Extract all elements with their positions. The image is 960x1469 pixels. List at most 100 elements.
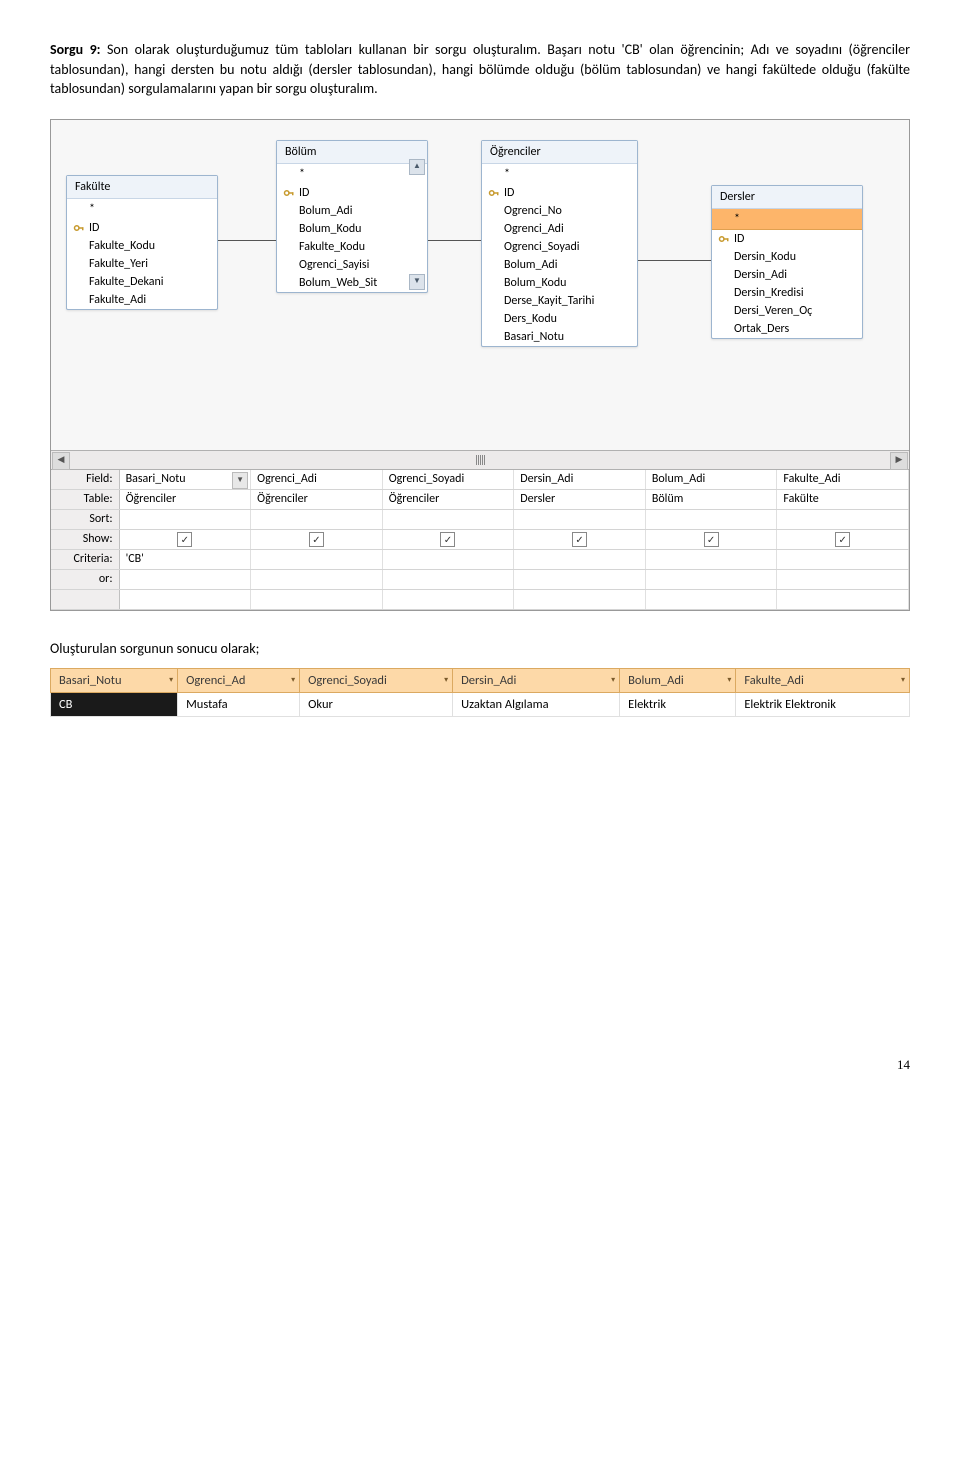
grid-cell-blank[interactable] [383,590,515,609]
grid-cell-blank[interactable] [777,590,909,609]
field-row[interactable]: Ogrenci_Sayisi [277,256,427,274]
grid-cell-criteria[interactable] [514,550,646,569]
scroll-up-icon[interactable]: ▲ [409,159,425,175]
field-row[interactable]: Bolum_Kodu [482,274,637,292]
grid-cell-show[interactable]: ✓ [777,530,909,549]
grid-cell-show[interactable]: ✓ [120,530,252,549]
grid-cell-field[interactable]: Ogrenci_Adi [251,470,383,489]
result-header[interactable]: Basari_Notu▾ [51,669,178,693]
grid-cell-field[interactable]: Basari_Notu▼ [120,470,252,489]
grid-cell-blank[interactable] [251,590,383,609]
grid-cell-criteria[interactable] [777,550,909,569]
field-row[interactable]: ID [277,184,427,202]
grid-cell-or[interactable] [777,570,909,589]
grid-cell-table[interactable]: Öğrenciler [251,490,383,509]
result-header[interactable]: Ogrenci_Ad▾ [178,669,300,693]
grid-cell-or[interactable] [120,570,252,589]
sort-arrow-icon[interactable]: ▾ [901,675,905,685]
field-row[interactable]: Dersin_Kredisi [712,284,862,302]
table-fakulte[interactable]: Fakülte * IDFakulte_KoduFakulte_YeriFaku… [66,175,218,310]
grid-cell-sort[interactable] [646,510,778,529]
field-row[interactable]: Ortak_Ders [712,320,862,338]
grid-cell-sort[interactable] [777,510,909,529]
result-cell[interactable]: CB [51,693,178,717]
grid-cell-or[interactable] [646,570,778,589]
grid-cell-sort[interactable] [120,510,252,529]
checkbox-icon[interactable]: ✓ [835,532,850,547]
grid-cell-blank[interactable] [120,590,252,609]
result-cell[interactable]: Elektrik Elektronik [736,693,910,717]
sort-arrow-icon[interactable]: ▾ [727,675,731,685]
tables-hscroll[interactable]: ◀ ▶ [51,451,909,470]
field-row[interactable]: Basari_Notu [482,328,637,346]
grid-cell-field[interactable]: Dersin_Adi [514,470,646,489]
result-header[interactable]: Dersin_Adi▾ [453,669,620,693]
grid-cell-show[interactable]: ✓ [383,530,515,549]
checkbox-icon[interactable]: ✓ [572,532,587,547]
star-row[interactable]: * [67,199,217,219]
grid-cell-table[interactable]: Öğrenciler [120,490,252,509]
star-row[interactable]: * [482,164,637,184]
grid-cell-show[interactable]: ✓ [646,530,778,549]
qbe-grid[interactable]: Field: Basari_Notu▼Ogrenci_AdiOgrenci_So… [51,470,909,610]
grid-cell-or[interactable] [251,570,383,589]
field-row[interactable]: Ogrenci_No [482,202,637,220]
scroll-left-icon[interactable]: ◀ [52,452,70,470]
result-cell[interactable]: Okur [300,693,453,717]
scroll-right-icon[interactable]: ▶ [890,452,908,470]
table-dersler[interactable]: Dersler * IDDersin_KoduDersin_AdiDersin_… [711,185,863,339]
scroll-down-icon[interactable]: ▼ [409,274,425,290]
grid-cell-blank[interactable] [646,590,778,609]
grid-cell-table[interactable]: Dersler [514,490,646,509]
result-header[interactable]: Ogrenci_Soyadi▾ [300,669,453,693]
field-row[interactable]: Fakulte_Yeri [67,255,217,273]
field-row[interactable]: Ogrenci_Soyadi [482,238,637,256]
grid-cell-table[interactable]: Bölüm [646,490,778,509]
checkbox-icon[interactable]: ✓ [177,532,192,547]
pane-splitter-icon[interactable] [465,455,495,465]
field-row[interactable]: Ogrenci_Adi [482,220,637,238]
grid-cell-show[interactable]: ✓ [251,530,383,549]
table-row[interactable]: CBMustafaOkurUzaktan AlgılamaElektrikEle… [51,693,910,717]
grid-cell-or[interactable] [514,570,646,589]
dropdown-icon[interactable]: ▼ [232,472,248,489]
grid-cell-show[interactable]: ✓ [514,530,646,549]
table-ogrenciler[interactable]: Öğrenciler * IDOgrenci_NoOgrenci_AdiOgre… [481,140,638,347]
field-row[interactable]: Fakulte_Dekani [67,273,217,291]
grid-cell-table[interactable]: Öğrenciler [383,490,515,509]
grid-cell-field[interactable]: Fakulte_Adi [777,470,909,489]
sort-arrow-icon[interactable]: ▾ [169,675,173,685]
tables-pane[interactable]: Fakülte * IDFakulte_KoduFakulte_YeriFaku… [51,120,909,451]
field-row[interactable]: Dersin_Kodu [712,248,862,266]
field-row[interactable]: Bolum_Adi [277,202,427,220]
grid-cell-criteria[interactable] [383,550,515,569]
grid-cell-criteria[interactable] [646,550,778,569]
result-cell[interactable]: Elektrik [620,693,736,717]
field-row[interactable]: ID [67,219,217,237]
grid-cell-or[interactable] [383,570,515,589]
sort-arrow-icon[interactable]: ▾ [291,675,295,685]
grid-cell-blank[interactable] [514,590,646,609]
star-row-selected[interactable]: * [712,209,862,230]
grid-cell-criteria[interactable] [251,550,383,569]
grid-cell-criteria[interactable]: 'CB' [120,550,252,569]
field-row[interactable]: Derse_Kayit_Tarihi [482,292,637,310]
field-row[interactable]: Fakulte_Kodu [277,238,427,256]
field-row[interactable]: Fakulte_Kodu [67,237,217,255]
result-cell[interactable]: Uzaktan Algılama [453,693,620,717]
field-row[interactable]: Bolum_Kodu [277,220,427,238]
field-row[interactable]: Ders_Kodu [482,310,637,328]
checkbox-icon[interactable]: ✓ [309,532,324,547]
field-row[interactable]: Dersi_Veren_Oç [712,302,862,320]
checkbox-icon[interactable]: ✓ [704,532,719,547]
grid-cell-sort[interactable] [383,510,515,529]
result-header[interactable]: Bolum_Adi▾ [620,669,736,693]
field-row[interactable]: Bolum_Web_Sit [277,274,427,292]
field-row[interactable]: Dersin_Adi [712,266,862,284]
field-row[interactable]: ID [482,184,637,202]
sort-arrow-icon[interactable]: ▾ [611,675,615,685]
field-row[interactable]: ID [712,230,862,248]
star-row[interactable]: * [277,164,427,184]
table-bolum[interactable]: Bölüm * IDBolum_AdiBolum_KoduFakulte_Kod… [276,140,428,293]
grid-cell-field[interactable]: Ogrenci_Soyadi [383,470,515,489]
